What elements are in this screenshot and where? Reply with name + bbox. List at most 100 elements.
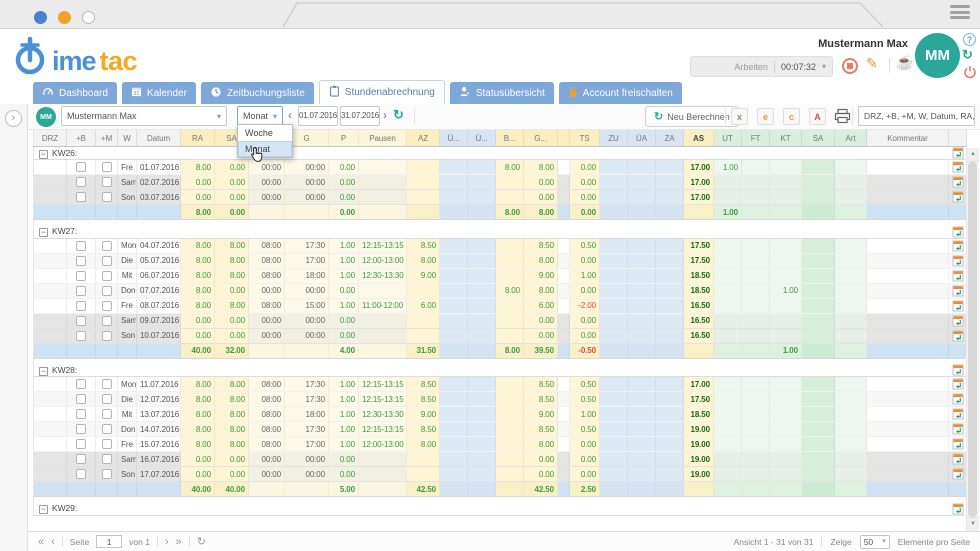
column-header-kommentar[interactable]: Kommentar: [867, 130, 949, 147]
column-header-g2[interactable]: G...: [524, 130, 558, 147]
data-row[interactable]: Die05.07.20168.008.0008:0017:001.0012:00…: [34, 253, 967, 268]
break-coffee-icon[interactable]: ☕: [896, 54, 913, 71]
data-row[interactable]: Sam02.07.20160.000.0000:0000:000.000.000…: [34, 175, 967, 190]
row-checkbox[interactable]: [76, 469, 86, 479]
data-row[interactable]: Fre15.07.20168.008.0008:0017:001.0012:00…: [34, 437, 967, 452]
row-checkbox[interactable]: [76, 241, 86, 251]
row-checkbox[interactable]: [102, 177, 112, 187]
row-checkbox[interactable]: [76, 424, 86, 434]
column-header-datum[interactable]: Datum: [137, 130, 181, 147]
export-row-icon[interactable]: [952, 286, 964, 295]
export-row-icon[interactable]: [952, 256, 964, 265]
edit-note-icon[interactable]: ✎: [866, 55, 878, 72]
row-checkbox[interactable]: [102, 316, 112, 326]
column-header-ue2[interactable]: Ü...: [468, 130, 496, 147]
group-header-row[interactable]: −KW29:: [34, 503, 967, 516]
row-checkbox[interactable]: [76, 301, 86, 311]
export-row-icon[interactable]: [952, 192, 964, 201]
row-checkbox[interactable]: [76, 331, 86, 341]
column-header-as[interactable]: AS: [684, 130, 714, 147]
first-page-button[interactable]: «: [38, 537, 44, 547]
column-header-ts[interactable]: TS: [570, 130, 600, 147]
tab-stundenabrechnung[interactable]: Stundenabrechnung: [319, 80, 445, 104]
column-header-sp[interactable]: [558, 130, 570, 147]
row-checkbox[interactable]: [76, 409, 86, 419]
column-header-ra[interactable]: RA: [181, 130, 215, 147]
export-row-icon[interactable]: [952, 147, 964, 157]
column-header-actions[interactable]: [949, 130, 967, 147]
export-row-icon[interactable]: [952, 364, 964, 374]
column-header-sa2[interactable]: SA: [802, 130, 835, 147]
export-row-icon[interactable]: [952, 454, 964, 463]
vertical-scrollbar[interactable]: ▲ ▼: [966, 148, 979, 531]
scroll-down-icon[interactable]: ▼: [967, 517, 979, 531]
collapse-icon[interactable]: −: [39, 505, 48, 514]
row-checkbox[interactable]: [102, 301, 112, 311]
column-header-za[interactable]: ZA: [656, 130, 684, 147]
row-checkbox[interactable]: [76, 394, 86, 404]
export-row-icon[interactable]: [952, 331, 964, 340]
column-header-art[interactable]: Art: [835, 130, 867, 147]
previous-period-button[interactable]: ‹: [288, 108, 292, 122]
column-header-plus_m[interactable]: +M: [96, 130, 118, 147]
row-checkbox[interactable]: [76, 379, 86, 389]
export-row-icon[interactable]: [952, 379, 964, 388]
period-select[interactable]: Monat ▾: [237, 106, 283, 126]
column-header-w[interactable]: W: [118, 130, 137, 147]
data-row[interactable]: Fre08.07.20168.008.0008:0015:001.0011:00…: [34, 298, 967, 313]
column-header-plus_b[interactable]: +B: [67, 130, 96, 147]
expand-sidebar-button[interactable]: ›: [5, 110, 22, 127]
data-row[interactable]: Don07.07.20168.000.0000:0000:000.008.008…: [34, 283, 967, 298]
export-row-icon[interactable]: [952, 301, 964, 310]
collapse-icon[interactable]: −: [39, 367, 48, 376]
last-page-button[interactable]: »: [176, 537, 182, 547]
row-checkbox[interactable]: [76, 192, 86, 202]
print-icon[interactable]: [834, 108, 851, 129]
tab-dashboard[interactable]: Dashboard: [33, 82, 117, 104]
stop-tracking-button[interactable]: [842, 58, 858, 74]
data-row[interactable]: Son03.07.20160.000.0000:0000:000.000.000…: [34, 190, 967, 205]
chevron-down-icon[interactable]: ▾: [822, 62, 826, 71]
row-checkbox[interactable]: [76, 162, 86, 172]
export-row-icon[interactable]: [952, 409, 964, 418]
data-row[interactable]: Fre01.07.20168.000.0000:0000:000.008.008…: [34, 160, 967, 175]
column-header-zu[interactable]: ZU: [600, 130, 628, 147]
collapse-icon[interactable]: −: [39, 150, 48, 159]
group-header-row[interactable]: −KW28:: [34, 364, 967, 377]
row-checkbox[interactable]: [102, 379, 112, 389]
export-e-icon[interactable]: e: [757, 108, 774, 125]
row-checkbox[interactable]: [102, 192, 112, 202]
export-row-icon[interactable]: [952, 424, 964, 433]
data-row[interactable]: Sam16.07.20160.000.0000:0000:000.000.000…: [34, 452, 967, 467]
export-row-icon[interactable]: [952, 316, 964, 325]
data-row[interactable]: Mon04.07.20168.008.0008:0017:301.0012:15…: [34, 238, 967, 253]
export-pdf-icon[interactable]: A: [809, 108, 826, 125]
columns-select[interactable]: DRZ, +B, +M, W, Datum, RA, ▾: [858, 106, 975, 126]
row-checkbox[interactable]: [102, 424, 112, 434]
column-header-b[interactable]: B...: [496, 130, 524, 147]
data-row[interactable]: Die12.07.20168.008.0008:0017:301.0012:15…: [34, 392, 967, 407]
data-row[interactable]: Don14.07.20168.008.0008:0017:301.0012:15…: [34, 422, 967, 437]
refresh-icon[interactable]: ↻: [197, 537, 206, 547]
data-row[interactable]: Son17.07.20160.000.0000:0000:000.000.000…: [34, 467, 967, 482]
menu-icon[interactable]: [950, 5, 970, 22]
column-header-uea[interactable]: ÜA: [628, 130, 656, 147]
data-row[interactable]: Sam09.07.20160.000.0000:0000:000.000.000…: [34, 313, 967, 328]
column-header-ft[interactable]: FT: [742, 130, 770, 147]
group-header-row[interactable]: −KW27:: [34, 226, 967, 239]
menu-item-woche[interactable]: Woche: [238, 125, 292, 141]
export-row-icon[interactable]: [952, 162, 964, 171]
export-row-icon[interactable]: [952, 439, 964, 448]
next-page-button[interactable]: ›: [165, 537, 169, 547]
export-row-icon[interactable]: [952, 241, 964, 250]
row-checkbox[interactable]: [102, 241, 112, 251]
timer-widget[interactable]: Arbeiten 00:07:32 ▾: [690, 56, 833, 77]
export-row-icon[interactable]: [952, 226, 964, 236]
row-checkbox[interactable]: [102, 331, 112, 341]
menu-item-monat[interactable]: Monat: [238, 141, 292, 157]
page-number-input[interactable]: 1: [96, 535, 122, 548]
scroll-up-icon[interactable]: ▲: [967, 148, 979, 162]
data-row[interactable]: Son10.07.20160.000.0000:0000:000.000.000…: [34, 328, 967, 343]
column-header-az[interactable]: AZ: [407, 130, 440, 147]
column-header-drz[interactable]: DRZ: [34, 130, 67, 147]
